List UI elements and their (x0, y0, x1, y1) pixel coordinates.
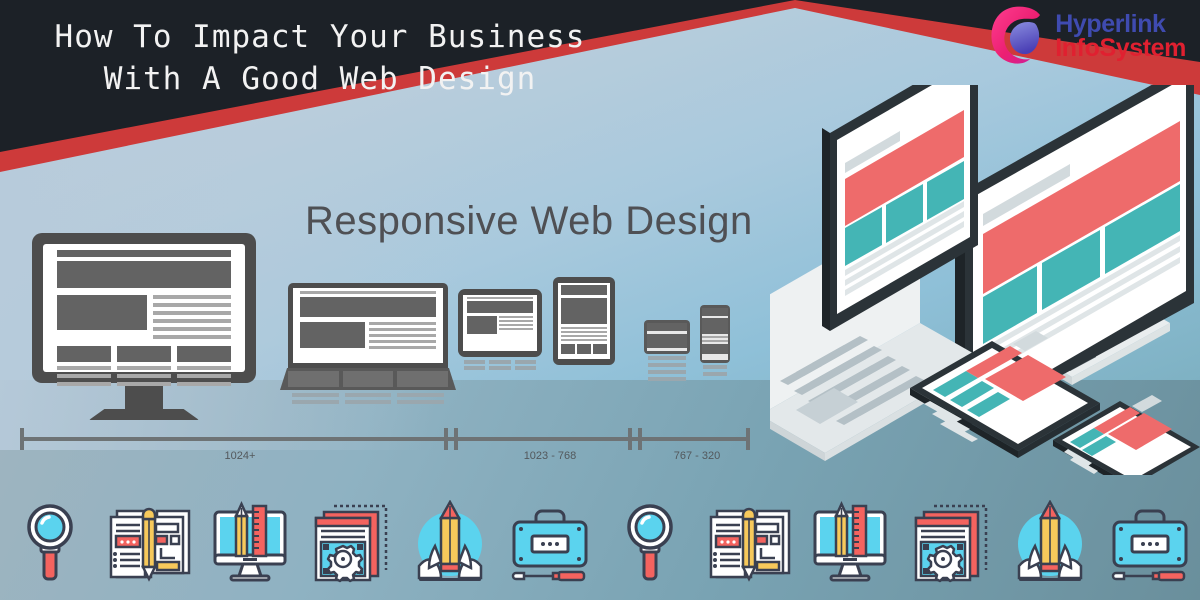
magnifier-icon (624, 503, 676, 585)
icon-slot-1[interactable] (100, 488, 200, 600)
icon-slot-5[interactable] (500, 488, 600, 600)
brand-logo[interactable]: Hyperlink InfoSystem (990, 5, 1186, 67)
banner-canvas: 1024+ 1023 - 768 767 - 320 Responsive We… (0, 0, 1200, 600)
ruler-tick-end (746, 428, 750, 450)
icon-slot-8[interactable] (800, 488, 900, 600)
icon-slot-3[interactable] (300, 488, 400, 600)
monitor-design-tools-icon (209, 500, 291, 588)
ruler-tick-768-a (628, 428, 632, 450)
icon-slot-0[interactable] (0, 488, 100, 600)
icon-slot-2[interactable] (200, 488, 300, 600)
page-title: How To Impact Your Business With A Good … (54, 19, 586, 97)
rocket-pencil-icon (409, 500, 491, 588)
logo-wordmark: Hyperlink InfoSystem (1055, 9, 1186, 62)
responsive-web-design-heading: Responsive Web Design (305, 199, 753, 243)
ruler-tick-1024-b (454, 428, 458, 450)
ruler-label-tablet: 1023 - 768 (523, 450, 577, 462)
icon-slot-10[interactable] (1000, 488, 1100, 600)
logo-line-1: Hyperlink (1055, 9, 1166, 38)
rocket-pencil-icon (1009, 500, 1091, 588)
device-desktop-monitor (32, 233, 256, 420)
ruler-tick-768-b (638, 428, 642, 450)
logo-line-2: InfoSystem (1055, 34, 1186, 62)
ruler-tick-start (20, 428, 24, 450)
toolbox-screwdriver-icon (1106, 502, 1194, 586)
monitor-design-tools-icon (809, 500, 891, 588)
device-tablet-landscape (458, 289, 542, 371)
device-phone-landscape (644, 320, 690, 395)
gear-layers-icon (308, 500, 392, 588)
ruler-label-desktop: 1024+ (224, 450, 256, 462)
service-icon-strip (0, 488, 1200, 600)
gear-layers-icon (908, 500, 992, 588)
magnifier-icon (24, 503, 76, 585)
document-pencil-icon (707, 501, 793, 587)
hyperlink-swirl-logo-icon (991, 6, 1041, 64)
icon-slot-4[interactable] (400, 488, 500, 600)
device-tablet-portrait (553, 277, 615, 371)
ruler-label-mobile: 767 - 320 (673, 450, 721, 462)
icon-slot-11[interactable] (1100, 488, 1200, 600)
device-laptop (280, 283, 456, 405)
breakpoint-ruler: 1024+ 1023 - 768 767 - 320 (20, 428, 750, 470)
icon-slot-6[interactable] (600, 488, 700, 600)
device-phone-portrait (700, 305, 730, 376)
icon-slot-7[interactable] (700, 488, 800, 600)
icon-slot-9[interactable] (900, 488, 1000, 600)
document-pencil-icon (107, 501, 193, 587)
toolbox-screwdriver-icon (506, 502, 594, 586)
ruler-tick-1024-a (444, 428, 448, 450)
isometric-devices-illustration (760, 47, 1200, 492)
